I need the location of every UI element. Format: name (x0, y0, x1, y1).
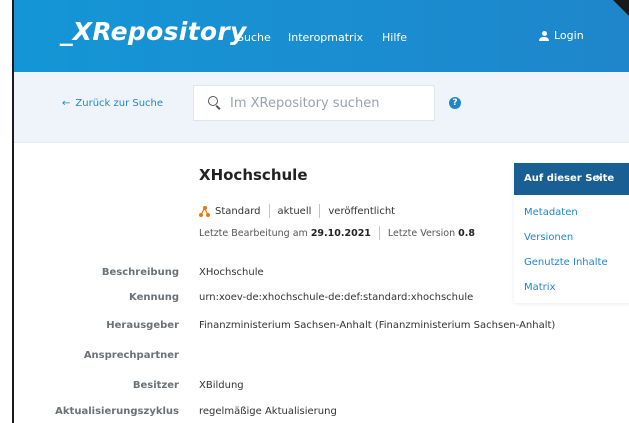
login-button[interactable]: Login (539, 29, 584, 42)
detail-value-aktualisierungszyklus: regelmäßige Aktualisierung (199, 406, 337, 417)
separator (378, 226, 380, 240)
detail-label-aktualisierungszyklus: Aktualisierungszyklus (55, 406, 179, 417)
sidebar-link-metadaten[interactable]: Metadaten (524, 207, 578, 218)
on-this-page-sidebar: Auf dieser Seite › Metadaten Versionen G… (514, 163, 629, 303)
separator (268, 204, 270, 218)
status-current: aktuell (277, 205, 312, 217)
detail-value-besitzer: XBildung (199, 380, 244, 391)
last-version-prefix: Letzte Version (387, 227, 456, 239)
search-input[interactable] (230, 86, 430, 120)
back-to-search-link[interactable]: ← Zurück zur Suche (62, 98, 163, 109)
status-published: veröffentlicht (328, 205, 396, 217)
nav-interopmatrix[interactable]: Interopmatrix (288, 31, 363, 44)
last-version: 0.8 (458, 227, 476, 239)
nav-hilfe[interactable]: Hilfe (382, 31, 407, 44)
window-corner (613, 0, 629, 18)
detail-value-kennung: urn:xoev-de:xhochschule-de:def:standard:… (199, 292, 474, 303)
type-label: Standard (215, 205, 261, 217)
help-icon[interactable]: ? (449, 97, 461, 109)
detail-label-ansprechpartner: Ansprechpartner (83, 350, 179, 361)
sidebar-link-matrix[interactable]: Matrix (524, 282, 555, 293)
separator (319, 204, 321, 218)
sidebar-link-genutzte-inhalte[interactable]: Genutzte Inhalte (524, 257, 608, 268)
arrow-left-icon: ← (62, 98, 71, 109)
standard-icon (199, 205, 210, 217)
top-header: _XRepository Suche Interopmatrix Hilfe L… (14, 0, 629, 72)
xrepository-logo[interactable]: _XRepository (60, 17, 247, 46)
divider (14, 142, 629, 143)
detail-label-herausgeber: Herausgeber (106, 320, 179, 331)
detail-value-beschreibung: XHochschule (199, 267, 264, 278)
chevron-right-icon: › (596, 170, 602, 186)
last-edit-prefix: Letzte Bearbeitung am (199, 227, 308, 239)
detail-label-beschreibung: Beschreibung (101, 267, 179, 278)
search-icon (208, 96, 218, 106)
detail-value-herausgeber: Finanzministerium Sachsen-Anhalt (Finanz… (199, 320, 556, 331)
browser-window: _XRepository Suche Interopmatrix Hilfe L… (12, 0, 629, 423)
page-title: XHochschule (199, 166, 308, 184)
user-icon (539, 30, 549, 41)
sidebar-header[interactable]: Auf dieser Seite › (514, 163, 629, 195)
back-label: Zurück zur Suche (75, 98, 164, 109)
status-row: Standard aktuell veröffentlicht (199, 204, 395, 218)
nav-suche[interactable]: Suche (237, 31, 271, 44)
login-label: Login (554, 29, 584, 42)
detail-label-besitzer: Besitzer (132, 380, 179, 391)
edit-info-row: Letzte Bearbeitung am 29.10.2021 Letzte … (199, 226, 475, 240)
sidebar-link-versionen[interactable]: Versionen (524, 232, 573, 243)
search-box (193, 85, 435, 121)
detail-label-kennung: Kennung (129, 292, 179, 303)
last-edit-date: 29.10.2021 (310, 227, 371, 239)
